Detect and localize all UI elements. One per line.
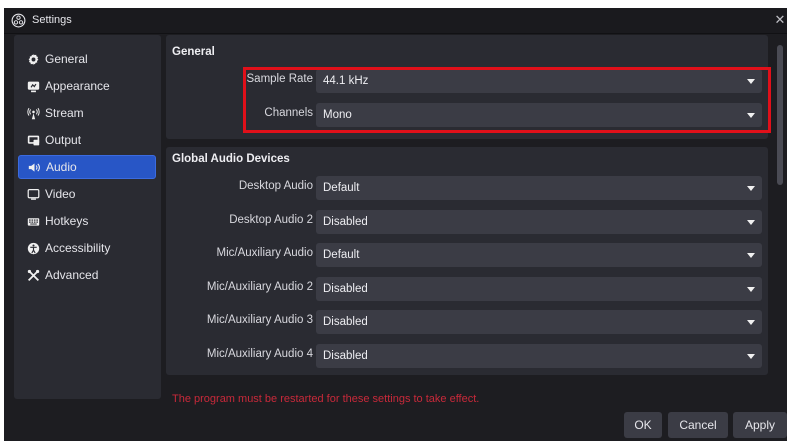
tools-icon [26,268,40,282]
mic-aux-audio-3-select[interactable]: Disabled [316,310,762,334]
title-bar: Settings ✕ [4,8,787,34]
sidebar-item-advanced[interactable]: Advanced [18,263,156,287]
obs-logo-icon [11,13,26,28]
sidebar-item-hotkeys[interactable]: Hotkeys [18,209,156,233]
highlight-box [243,67,771,133]
group-title: Global Audio Devices [172,153,290,165]
appearance-icon [26,79,40,93]
accessibility-icon [26,241,40,255]
chevron-down-icon [747,220,755,225]
mic-aux-audio-4-value: Disabled [323,350,368,362]
sidebar-item-label: Video [45,187,76,201]
desktop-audio-select[interactable]: Default [316,176,762,200]
chevron-down-icon [747,287,755,292]
cancel-button[interactable]: Cancel [668,412,728,438]
sidebar-item-audio[interactable]: Audio [18,155,156,179]
global-audio-devices-group: Global Audio Devices Desktop Audio Defau… [166,147,768,375]
chevron-down-icon [747,186,755,191]
speaker-icon [27,160,41,174]
group-title: General [172,46,215,58]
sidebar-item-accessibility[interactable]: Accessibility [18,236,156,260]
mic-aux-audio-3-value: Disabled [323,316,368,328]
sidebar-item-general[interactable]: General [18,47,156,71]
chevron-down-icon [747,253,755,258]
mic-aux-audio-4-label: Mic/Auxiliary Audio 4 [206,348,313,360]
desktop-audio-value: Default [323,182,360,194]
desktop-audio-2-select[interactable]: Disabled [316,210,762,234]
close-icon[interactable]: ✕ [773,12,787,28]
desktop-audio-label: Desktop Audio [238,180,313,192]
mic-aux-audio-2-select[interactable]: Disabled [316,277,762,301]
mic-aux-audio-4-select[interactable]: Disabled [316,344,762,368]
sidebar-item-video[interactable]: Video [18,182,156,206]
chevron-down-icon [747,320,755,325]
mic-aux-audio-select[interactable]: Default [316,243,762,267]
mic-aux-audio-2-value: Disabled [323,283,368,295]
sidebar-item-stream[interactable]: Stream [18,101,156,125]
sidebar-item-appearance[interactable]: Appearance [18,74,156,98]
window-title: Settings [32,14,72,26]
sidebar-item-label: Audio [46,160,77,174]
mic-aux-audio-label: Mic/Auxiliary Audio [216,247,313,259]
mic-aux-audio-value: Default [323,249,360,261]
restart-warning: The program must be restarted for these … [172,393,480,405]
apply-button[interactable]: Apply [733,412,787,438]
mic-aux-audio-2-label: Mic/Auxiliary Audio 2 [206,281,313,293]
settings-sidebar: General Appearance Stream Output Audio V… [14,35,161,399]
sidebar-item-label: Stream [45,106,84,120]
gear-icon [26,52,40,66]
sidebar-item-label: Output [45,133,82,147]
scrollbar-thumb[interactable] [777,45,783,185]
sidebar-item-output[interactable]: Output [18,128,156,152]
sidebar-item-label: General [45,52,88,66]
desktop-audio-2-label: Desktop Audio 2 [229,214,313,226]
sidebar-item-label: Hotkeys [45,214,89,228]
sidebar-item-label: Advanced [45,268,99,282]
keyboard-icon [26,214,40,228]
mic-aux-audio-3-label: Mic/Auxiliary Audio 3 [206,314,313,326]
monitor-icon [26,187,40,201]
desktop-audio-2-value: Disabled [323,216,368,228]
sidebar-item-label: Appearance [45,79,110,93]
chevron-down-icon [747,354,755,359]
output-icon [26,133,40,147]
broadcast-icon [26,106,40,120]
ok-button[interactable]: OK [624,412,662,438]
sidebar-item-label: Accessibility [45,241,111,255]
